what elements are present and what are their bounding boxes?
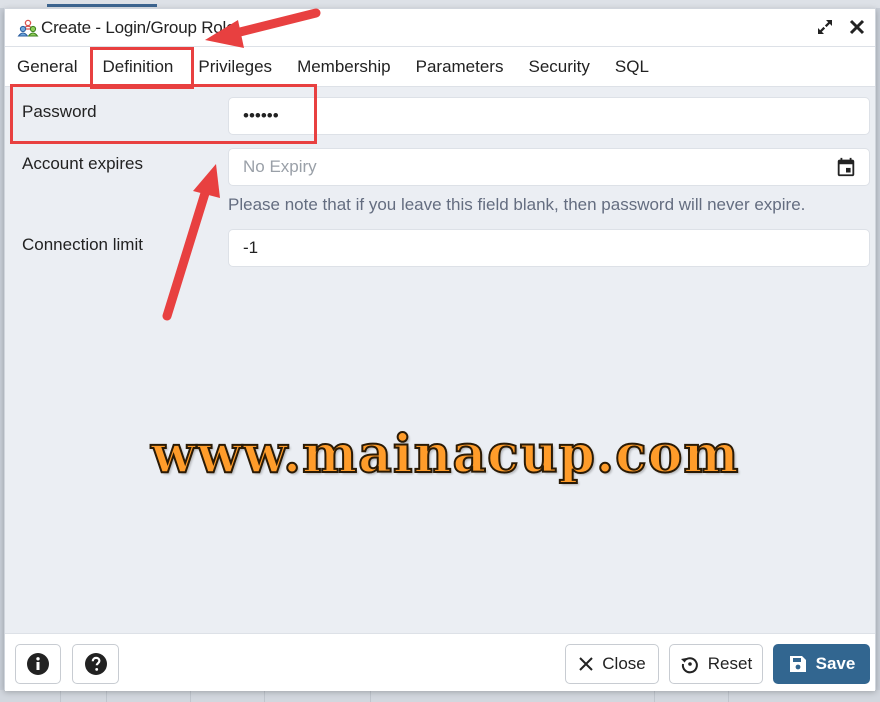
close-x-icon [579, 657, 593, 671]
account-expires-help: Please note that if you leave this field… [228, 195, 806, 214]
dialog-tabs: General Definition Privileges Membership… [5, 47, 875, 87]
help-icon [84, 653, 107, 675]
tab-definition[interactable]: Definition [94, 47, 181, 87]
close-icon [849, 19, 865, 35]
save-icon [789, 656, 806, 672]
tab-general[interactable]: General [9, 47, 85, 87]
bg-col-divider [654, 690, 655, 702]
watermark-text: www.mainacup.com [150, 423, 740, 486]
tab-parameters[interactable]: Parameters [408, 47, 512, 87]
password-label: Password [22, 102, 97, 121]
account-expires-label: Account expires [22, 154, 143, 173]
reset-button-label: Reset [707, 654, 753, 673]
bg-col-divider [264, 690, 265, 702]
account-expires-input[interactable]: No Expiry [228, 148, 870, 186]
dialog-title: Create - Login/Group Role [41, 17, 236, 37]
dialog-titlebar[interactable]: Create - Login/Group Role [5, 9, 875, 47]
close-button[interactable]: Close [565, 644, 659, 684]
bg-col-divider [728, 690, 729, 702]
create-login-role-dialog: Create - Login/Group Role General Defini… [4, 8, 876, 691]
tab-sql[interactable]: SQL [607, 47, 657, 87]
save-button[interactable]: Save [773, 644, 870, 684]
close-dialog-button[interactable] [847, 17, 867, 37]
bg-col-divider [370, 690, 371, 702]
bg-col-divider [190, 690, 191, 702]
info-icon [27, 653, 49, 675]
close-button-label: Close [602, 654, 646, 673]
help-button[interactable] [72, 644, 119, 684]
bg-col-divider [60, 690, 61, 702]
login-group-role-icon [17, 19, 39, 36]
password-input[interactable]: •••••• [228, 97, 870, 135]
background-active-tab [47, 4, 157, 7]
tab-membership[interactable]: Membership [289, 47, 399, 87]
tab-privileges[interactable]: Privileges [190, 47, 280, 87]
save-button-label: Save [815, 654, 856, 673]
account-expires-placeholder: No Expiry [243, 157, 317, 176]
reset-icon [680, 657, 698, 674]
connection-limit-label: Connection limit [22, 235, 143, 254]
dialog-footer: Close Reset Save [5, 633, 875, 691]
bg-col-divider [106, 690, 107, 702]
tab-security[interactable]: Security [520, 47, 597, 87]
maximize-button[interactable] [815, 17, 835, 37]
reset-button[interactable]: Reset [669, 644, 763, 684]
expand-icon [818, 20, 832, 34]
calendar-icon[interactable] [835, 156, 857, 178]
background-table-header [0, 690, 880, 702]
connection-limit-input[interactable]: -1 [228, 229, 870, 267]
background-tabbar [0, 0, 880, 8]
info-button[interactable] [15, 644, 61, 684]
